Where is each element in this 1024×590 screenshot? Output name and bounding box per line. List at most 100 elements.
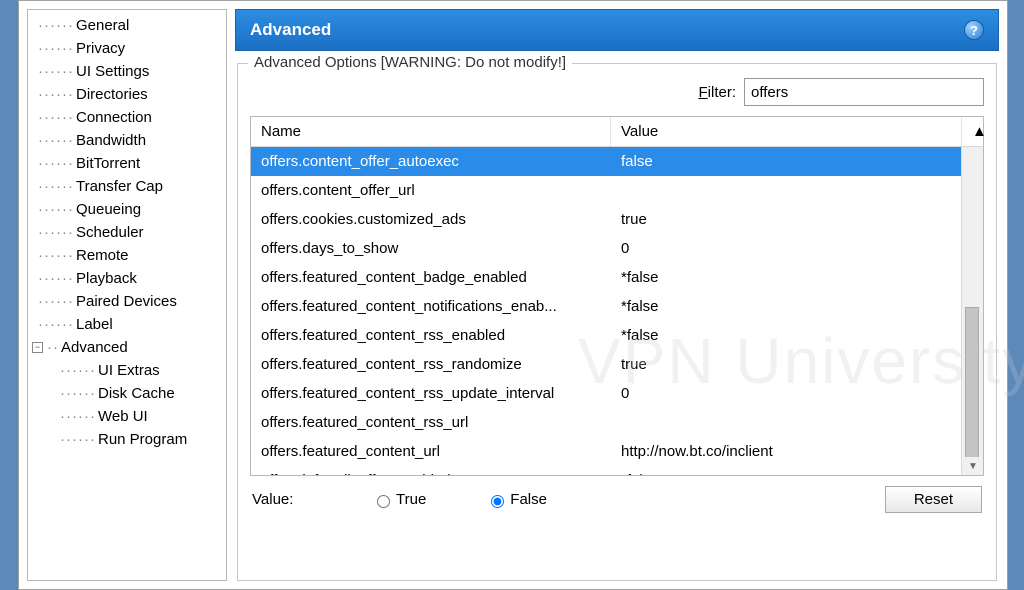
cell-value: true bbox=[611, 209, 983, 230]
sidebar-item-advanced[interactable]: −·· Advanced bbox=[28, 336, 226, 359]
table-row[interactable]: offers.featured_content_notifications_en… bbox=[251, 292, 983, 321]
sidebar-item-label: Playback bbox=[76, 270, 137, 287]
cell-name: offers.featured_content_rss_enabled bbox=[251, 325, 611, 346]
cell-name: offers.featured_content_url bbox=[251, 441, 611, 462]
sidebar-item-label: Web UI bbox=[98, 408, 148, 425]
cell-value: 0 bbox=[611, 383, 983, 404]
cell-value: *false bbox=[611, 470, 983, 475]
table-row[interactable]: offers.left_rail_offer_enabled*false bbox=[251, 466, 983, 475]
scroll-down-icon[interactable]: ▼ bbox=[962, 457, 983, 475]
sidebar-item-scheduler[interactable]: ······ Scheduler bbox=[28, 221, 226, 244]
category-tree[interactable]: ······ General······ Privacy······ UI Se… bbox=[27, 9, 227, 581]
table-row[interactable]: offers.days_to_show0 bbox=[251, 234, 983, 263]
expander-icon[interactable]: − bbox=[32, 342, 43, 353]
reset-button[interactable]: Reset bbox=[885, 486, 982, 513]
sidebar-item-bittorrent[interactable]: ······ BitTorrent bbox=[28, 152, 226, 175]
sidebar-item-label: Label bbox=[76, 316, 113, 333]
table-row[interactable]: offers.featured_content_rss_update_inter… bbox=[251, 379, 983, 408]
sidebar-item-disk-cache[interactable]: ······ Disk Cache bbox=[28, 382, 226, 405]
sidebar-item-run-program[interactable]: ······ Run Program bbox=[28, 428, 226, 451]
table-body: offers.content_offer_autoexecfalseoffers… bbox=[251, 147, 983, 475]
sidebar-item-label: Scheduler bbox=[76, 224, 144, 241]
sidebar-item-label: Run Program bbox=[98, 431, 187, 448]
panel-title: Advanced bbox=[250, 20, 331, 40]
options-table: Name Value ▲ offers.content_offer_autoex… bbox=[250, 116, 984, 476]
table-row[interactable]: offers.featured_content_urlhttp://now.bt… bbox=[251, 437, 983, 466]
cell-name: offers.content_offer_url bbox=[251, 180, 611, 201]
table-row[interactable]: offers.featured_content_badge_enabled*fa… bbox=[251, 263, 983, 292]
cell-name: offers.featured_content_rss_randomize bbox=[251, 354, 611, 375]
column-name[interactable]: Name bbox=[251, 117, 611, 146]
value-false-radio[interactable]: False bbox=[486, 491, 547, 508]
cell-value: *false bbox=[611, 296, 983, 317]
column-value[interactable]: Value bbox=[611, 117, 961, 146]
cell-value: *false bbox=[611, 267, 983, 288]
sidebar-item-label[interactable]: ······ Label bbox=[28, 313, 226, 336]
sidebar-item-label: Paired Devices bbox=[76, 293, 177, 310]
main-panel: Advanced ? Advanced Options [WARNING: Do… bbox=[235, 9, 999, 581]
sidebar-item-label: Privacy bbox=[76, 40, 125, 57]
radio-false-input[interactable] bbox=[491, 495, 504, 508]
cell-name: offers.content_offer_autoexec bbox=[251, 151, 611, 172]
table-row[interactable]: offers.featured_content_rss_url bbox=[251, 408, 983, 437]
cell-value: http://now.bt.co/inclient bbox=[611, 441, 983, 462]
sidebar-item-label: Directories bbox=[76, 86, 148, 103]
sidebar-item-label: Remote bbox=[76, 247, 129, 264]
sidebar-item-label: General bbox=[76, 17, 129, 34]
vertical-scrollbar[interactable]: ▼ bbox=[961, 147, 983, 475]
sidebar-item-playback[interactable]: ······ Playback bbox=[28, 267, 226, 290]
sidebar-item-label: Transfer Cap bbox=[76, 178, 163, 195]
sidebar-item-label: UI Extras bbox=[98, 362, 160, 379]
group-legend: Advanced Options [WARNING: Do not modify… bbox=[248, 54, 572, 71]
sidebar-item-label: Disk Cache bbox=[98, 385, 175, 402]
sidebar-item-label: UI Settings bbox=[76, 63, 149, 80]
cell-name: offers.featured_content_rss_update_inter… bbox=[251, 383, 611, 404]
cell-value bbox=[611, 412, 983, 433]
sidebar-item-label: Connection bbox=[76, 109, 152, 126]
sidebar-item-bandwidth[interactable]: ······ Bandwidth bbox=[28, 129, 226, 152]
table-row[interactable]: offers.featured_content_rss_randomizetru… bbox=[251, 350, 983, 379]
table-row[interactable]: offers.content_offer_url bbox=[251, 176, 983, 205]
sidebar-item-directories[interactable]: ······ Directories bbox=[28, 83, 226, 106]
sidebar-item-queueing[interactable]: ······ Queueing bbox=[28, 198, 226, 221]
help-icon[interactable]: ? bbox=[964, 20, 984, 40]
cell-value: false bbox=[611, 151, 983, 172]
cell-value: true bbox=[611, 354, 983, 375]
scrollbar-thumb[interactable] bbox=[965, 307, 979, 475]
sidebar-item-label: Bandwidth bbox=[76, 132, 146, 149]
table-header: Name Value ▲ bbox=[251, 117, 983, 147]
sidebar-item-privacy[interactable]: ······ Privacy bbox=[28, 37, 226, 60]
sidebar-item-connection[interactable]: ······ Connection bbox=[28, 106, 226, 129]
sidebar-item-ui-extras[interactable]: ······ UI Extras bbox=[28, 359, 226, 382]
sidebar-item-label: Queueing bbox=[76, 201, 141, 218]
cell-name: offers.featured_content_notifications_en… bbox=[251, 296, 611, 317]
sidebar-item-label: BitTorrent bbox=[76, 155, 140, 172]
sidebar-item-remote[interactable]: ······ Remote bbox=[28, 244, 226, 267]
cell-name: offers.cookies.customized_ads bbox=[251, 209, 611, 230]
preferences-window: ······ General······ Privacy······ UI Se… bbox=[18, 0, 1008, 590]
sidebar-item-transfer-cap[interactable]: ······ Transfer Cap bbox=[28, 175, 226, 198]
panel-header: Advanced ? bbox=[235, 9, 999, 51]
table-row[interactable]: offers.featured_content_rss_enabled*fals… bbox=[251, 321, 983, 350]
sidebar-item-web-ui[interactable]: ······ Web UI bbox=[28, 405, 226, 428]
cell-name: offers.featured_content_badge_enabled bbox=[251, 267, 611, 288]
scroll-up-icon[interactable]: ▲ bbox=[961, 117, 983, 146]
cell-name: offers.left_rail_offer_enabled bbox=[251, 470, 611, 475]
advanced-options-group: Advanced Options [WARNING: Do not modify… bbox=[237, 63, 997, 581]
sidebar-item-label: Advanced bbox=[61, 339, 128, 356]
radio-true-input[interactable] bbox=[377, 495, 390, 508]
table-row[interactable]: offers.content_offer_autoexecfalse bbox=[251, 147, 983, 176]
filter-row: Filter: bbox=[250, 74, 984, 116]
cell-name: offers.featured_content_rss_url bbox=[251, 412, 611, 433]
sidebar-item-paired-devices[interactable]: ······ Paired Devices bbox=[28, 290, 226, 313]
cell-value: 0 bbox=[611, 238, 983, 259]
filter-label: Filter: bbox=[698, 84, 736, 101]
cell-value: *false bbox=[611, 325, 983, 346]
filter-input[interactable] bbox=[744, 78, 984, 106]
sidebar-item-ui-settings[interactable]: ······ UI Settings bbox=[28, 60, 226, 83]
value-true-radio[interactable]: True bbox=[372, 491, 426, 508]
table-row[interactable]: offers.cookies.customized_adstrue bbox=[251, 205, 983, 234]
cell-value bbox=[611, 180, 983, 201]
cell-name: offers.days_to_show bbox=[251, 238, 611, 259]
sidebar-item-general[interactable]: ······ General bbox=[28, 14, 226, 37]
